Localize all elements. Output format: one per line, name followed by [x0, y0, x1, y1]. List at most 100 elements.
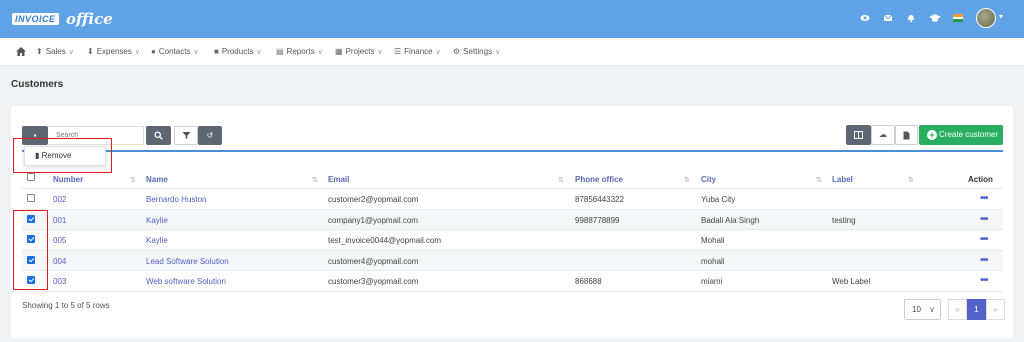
menu-sales[interactable]: ⬆ Sales ∨: [36, 47, 74, 56]
col-city[interactable]: City: [701, 175, 716, 184]
row-email: test_invoice0044@yopmail.com: [328, 236, 442, 245]
products-icon: ■: [214, 47, 219, 56]
chevron-down-icon: ∨: [377, 49, 383, 56]
prev-page-button[interactable]: «: [948, 299, 967, 320]
col-number[interactable]: Number: [53, 175, 83, 184]
annotation-box: [13, 210, 48, 290]
finance-icon: ☰: [394, 47, 402, 56]
row-number[interactable]: 001: [53, 216, 66, 225]
col-label[interactable]: Label: [832, 175, 853, 184]
next-page-button[interactable]: »: [986, 299, 1005, 320]
plus-circle-icon: +: [927, 130, 937, 140]
row-label: Web Label: [832, 277, 871, 286]
row-action-menu[interactable]: •••: [980, 193, 988, 204]
menu-reports[interactable]: ▤ Reports ∨: [276, 47, 323, 56]
create-customer-button[interactable]: + Create customer: [919, 125, 1003, 145]
toolbar-divider: [22, 150, 1003, 152]
chevron-down-icon: ∨: [435, 49, 441, 56]
sales-icon: ⬆: [36, 47, 43, 56]
india-flag-icon[interactable]: [953, 14, 963, 22]
columns-button[interactable]: [846, 125, 871, 145]
chevron-down-icon[interactable]: ▾: [999, 12, 1003, 21]
table-row: 005 Kaylie test_invoice0044@yopmail.com …: [22, 230, 1003, 250]
sort-icon[interactable]: ⇅: [816, 176, 822, 184]
logo-brand: INVOICE: [12, 13, 59, 25]
row-name[interactable]: Lead Software Solution: [146, 257, 229, 266]
annotation-box: [13, 138, 112, 173]
row-city: mohali: [701, 257, 725, 266]
chevron-down-icon: ∨: [929, 305, 935, 314]
menu-contacts[interactable]: ● Contacts ∨: [151, 47, 199, 56]
filter-icon: [182, 132, 190, 139]
table-row: 003 Web software Solution customer3@yopm…: [22, 271, 1003, 291]
page-size-select[interactable]: 10 ∨: [904, 299, 941, 320]
row-number[interactable]: 004: [53, 257, 66, 266]
mail-icon[interactable]: [883, 13, 893, 23]
row-action-menu[interactable]: •••: [980, 255, 988, 266]
row-phone: 9988778899: [575, 216, 620, 225]
col-name[interactable]: Name: [146, 175, 168, 184]
row-email: customer2@yopmail.com: [328, 195, 419, 204]
cloud-download-icon: ☁: [879, 130, 887, 139]
search-icon: [154, 131, 163, 140]
search-button[interactable]: [146, 126, 171, 145]
cloud-download-button[interactable]: ☁: [871, 125, 895, 145]
row-email: customer3@yopmail.com: [328, 277, 419, 286]
chevron-down-icon: ∨: [317, 49, 323, 56]
menu-finance[interactable]: ☰ Finance ∨: [394, 47, 441, 56]
row-city: miami: [701, 277, 723, 286]
main-menu: ⬆ Sales ∨ ⬇ Expenses ∨ ● Contacts ∨ ■ Products ∨…: [0, 38, 1024, 66]
menu-expenses[interactable]: ⬇ Expenses ∨: [87, 47, 140, 56]
table-row: 004 Lead Software Solution customer4@yop…: [22, 251, 1003, 271]
chevron-down-icon: ∨: [256, 49, 262, 56]
logo-suffix: office: [66, 10, 113, 28]
row-city: Yuba City: [701, 195, 736, 204]
user-avatar[interactable]: [976, 8, 996, 28]
row-number[interactable]: 002: [53, 195, 66, 204]
reset-button[interactable]: ↺: [198, 126, 222, 145]
reports-icon: ▤: [276, 47, 284, 56]
refresh-icon: ↺: [206, 131, 214, 140]
row-email: company1@yopmail.com: [328, 216, 418, 225]
chevron-down-icon: ∨: [495, 49, 501, 56]
menu-settings[interactable]: ⚙ Settings ∨: [453, 47, 500, 56]
menu-products[interactable]: ■ Products ∨: [214, 47, 262, 56]
eye-icon[interactable]: [860, 13, 870, 23]
settings-icon: ⚙: [453, 47, 461, 56]
top-bar: INVOICE office ▾: [0, 0, 1024, 38]
row-divider: [22, 291, 1003, 292]
chevron-down-icon: ∨: [134, 49, 140, 56]
row-action-menu[interactable]: •••: [980, 234, 988, 245]
col-phone-office[interactable]: Phone office: [575, 175, 623, 184]
table-row: 002 Bernardo Huston customer2@yopmail.co…: [22, 189, 1003, 209]
sort-icon[interactable]: ⇅: [130, 176, 136, 184]
sort-icon[interactable]: ⇅: [684, 176, 690, 184]
bell-icon[interactable]: [906, 13, 916, 23]
sort-icon[interactable]: ⇅: [558, 176, 564, 184]
row-action-menu[interactable]: •••: [980, 214, 988, 225]
pdf-export-button[interactable]: [895, 125, 918, 145]
menu-projects[interactable]: ▦ Projects ∨: [335, 47, 383, 56]
page-title: Customers: [11, 79, 64, 90]
expenses-icon: ⬇: [87, 47, 94, 56]
col-action: Action: [968, 175, 993, 184]
row-number[interactable]: 005: [53, 236, 66, 245]
projects-icon: ▦: [335, 47, 343, 56]
col-email[interactable]: Email: [328, 175, 349, 184]
row-name[interactable]: Kaylie: [146, 216, 168, 225]
home-icon[interactable]: [16, 47, 26, 58]
page-1-button[interactable]: 1: [967, 299, 986, 320]
row-name[interactable]: Bernardo Huston: [146, 195, 206, 204]
row-phone: 87856443322: [575, 195, 624, 204]
row-city: Badali Ala Singh: [701, 216, 760, 225]
filter-button[interactable]: [174, 126, 198, 145]
row-name[interactable]: Web software Solution: [146, 277, 226, 286]
select-all-checkbox[interactable]: [27, 173, 35, 181]
graduation-cap-icon[interactable]: [929, 13, 941, 23]
row-number[interactable]: 003: [53, 277, 66, 286]
row-checkbox[interactable]: [27, 194, 35, 202]
sort-icon[interactable]: ⇅: [908, 176, 914, 184]
sort-icon[interactable]: ⇅: [312, 176, 318, 184]
row-name[interactable]: Kaylie: [146, 236, 168, 245]
row-action-menu[interactable]: •••: [980, 275, 988, 286]
